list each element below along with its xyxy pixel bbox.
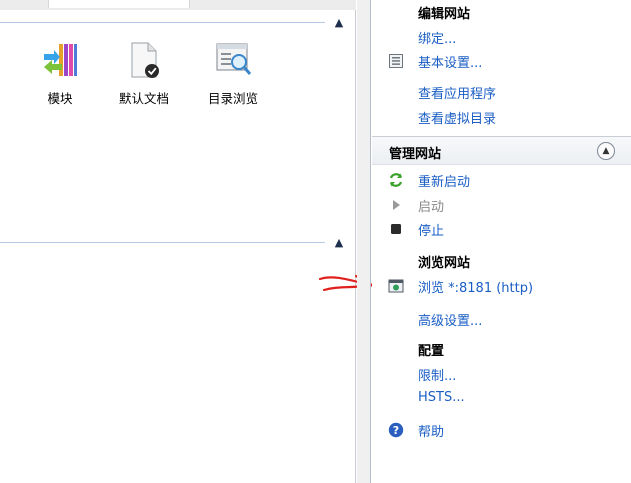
features-toolbar-strip	[0, 0, 356, 10]
svg-text:?: ?	[393, 424, 399, 437]
edit-site-heading: 编辑网站	[418, 7, 471, 22]
start-link: 启动	[418, 200, 445, 215]
directory-browsing-icon	[216, 43, 252, 75]
feature-label-default-document: 默认文档	[118, 91, 169, 106]
browse-globe-icon	[388, 279, 404, 293]
actions-pane: 编辑网站 绑定... 基本设置... 查看应用程序 查看虚拟目录 管理网站 ▲	[372, 0, 631, 483]
limits-link[interactable]: 限制...	[418, 365, 456, 384]
pane-splitter[interactable]	[357, 0, 371, 483]
action-help[interactable]: ? 帮助	[372, 419, 631, 441]
action-restart[interactable]: 重新启动	[372, 169, 631, 191]
view-virtual-directories-link[interactable]: 查看虚拟目录	[418, 108, 496, 127]
help-icon: ?	[388, 422, 404, 438]
bindings-link[interactable]: 绑定...	[418, 28, 456, 47]
feature-tile-modules[interactable]: 模块	[20, 40, 100, 116]
browse-site-link[interactable]: 浏览 *:8181 (http)	[418, 277, 533, 296]
feature-tile-directory-browsing[interactable]: 目录浏览	[193, 40, 273, 116]
default-document-icon	[131, 42, 159, 78]
action-bindings[interactable]: 绑定...	[372, 26, 631, 48]
action-hsts[interactable]: HSTS...	[372, 388, 631, 410]
help-link[interactable]: 帮助	[418, 421, 444, 440]
modules-icon	[44, 44, 77, 76]
manage-site-header[interactable]: 管理网站 ▲	[372, 136, 631, 165]
restart-link[interactable]: 重新启动	[418, 171, 470, 190]
action-start: 启动	[372, 194, 631, 216]
action-stop[interactable]: 停止	[372, 218, 631, 240]
stop-icon	[391, 224, 401, 234]
collapse-group-button[interactable]: ▲	[332, 236, 346, 250]
settings-page-icon	[389, 54, 403, 68]
action-view-virtual-dirs[interactable]: 查看虚拟目录	[372, 106, 631, 128]
hsts-link[interactable]: HSTS...	[418, 390, 465, 405]
browse-site-heading: 浏览网站	[418, 256, 471, 271]
collapse-chevron-icon[interactable]: ▲	[597, 142, 615, 160]
action-view-applications[interactable]: 查看应用程序	[372, 81, 631, 103]
feature-label-directory-browsing: 目录浏览	[207, 91, 258, 106]
action-basic-settings[interactable]: 基本设置...	[372, 50, 631, 72]
group-divider-top	[0, 22, 325, 23]
iis-manager-window: ▲ 模块 默认文档 目录浏览 ▲ 编辑网站 绑定... 基本设置... 查看应用…	[0, 0, 631, 483]
start-play-icon	[393, 200, 400, 210]
stop-link[interactable]: 停止	[418, 220, 444, 239]
features-tab-edge[interactable]	[48, 0, 190, 8]
basic-settings-link[interactable]: 基本设置...	[418, 52, 482, 71]
manage-site-heading: 管理网站	[389, 147, 442, 162]
view-applications-link[interactable]: 查看应用程序	[418, 83, 496, 102]
action-advanced-settings[interactable]: 高级设置...	[372, 308, 631, 330]
group-divider-second	[0, 242, 325, 243]
configure-heading: 配置	[418, 344, 445, 359]
features-view-pane: ▲ 模块 默认文档 目录浏览 ▲	[0, 0, 374, 483]
action-browse-8181[interactable]: 浏览 *:8181 (http)	[372, 275, 631, 297]
feature-label-modules: 模块	[47, 91, 73, 106]
feature-tile-default-document[interactable]: 默认文档	[104, 40, 184, 116]
collapse-group-button[interactable]: ▲	[332, 16, 346, 30]
action-limits[interactable]: 限制...	[372, 363, 631, 385]
restart-icon	[389, 173, 403, 187]
advanced-settings-link[interactable]: 高级设置...	[418, 310, 482, 329]
